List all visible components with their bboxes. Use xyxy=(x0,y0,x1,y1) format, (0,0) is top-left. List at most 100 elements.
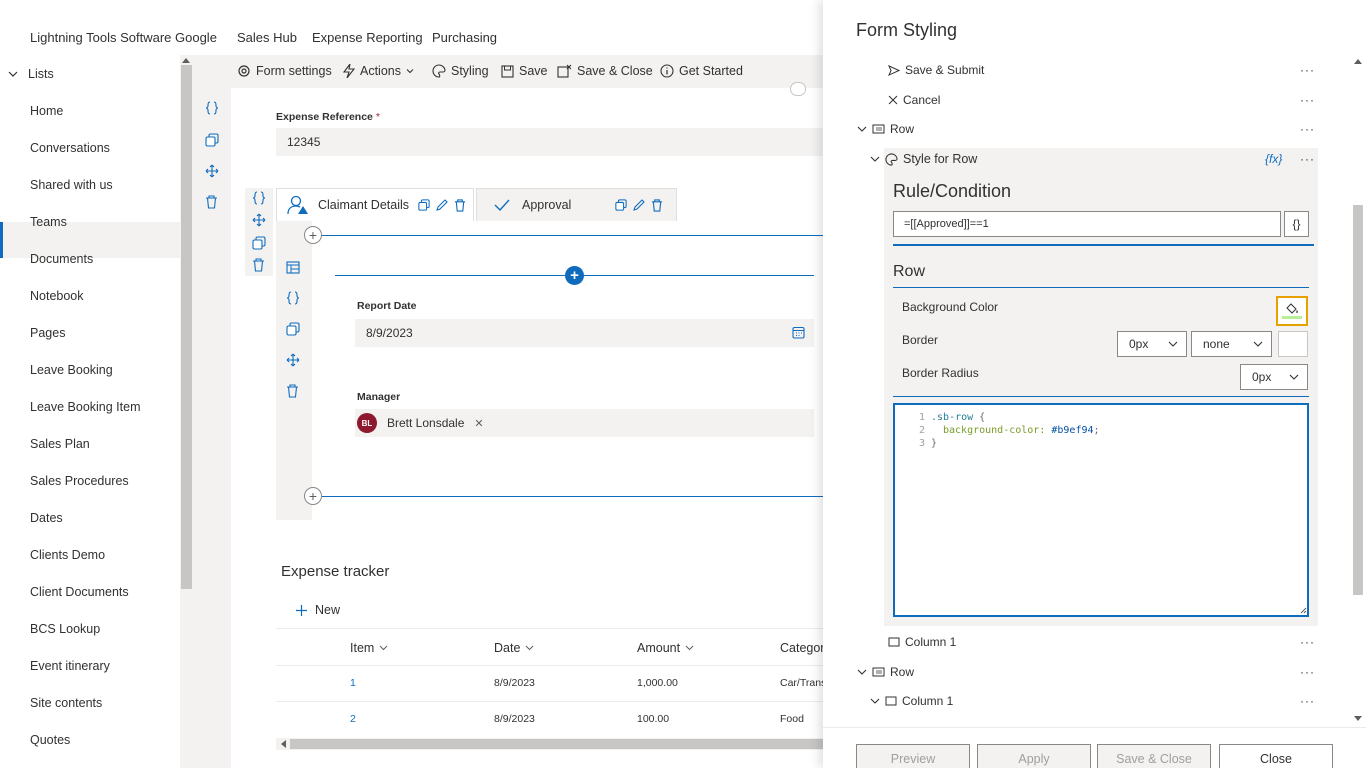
calendar-icon[interactable] xyxy=(792,326,805,339)
close-button[interactable]: Close xyxy=(1219,744,1333,768)
table-layout-icon[interactable] xyxy=(286,261,300,274)
sidebar-item-teams[interactable]: Teams xyxy=(30,215,67,229)
tree-item-row[interactable]: Row xyxy=(857,665,914,679)
scroll-down-icon[interactable] xyxy=(1354,716,1362,722)
more-options-icon[interactable]: ··· xyxy=(1300,152,1315,166)
nav-purchasing[interactable]: Purchasing xyxy=(432,30,497,45)
new-item-button[interactable]: New xyxy=(296,603,340,617)
copy-icon[interactable] xyxy=(252,236,266,250)
background-color-picker[interactable] xyxy=(1276,296,1308,326)
tab-approval[interactable]: Approval xyxy=(476,188,677,221)
copy-icon[interactable] xyxy=(615,199,628,211)
sidebar-item-home[interactable]: Home xyxy=(30,104,63,118)
more-options-icon[interactable]: ··· xyxy=(1300,665,1315,679)
sidebar-item-bcs-lookup[interactable]: BCS Lookup xyxy=(30,622,100,636)
form-settings-button[interactable]: Form settings xyxy=(237,64,332,78)
table-scrollbar-thumb[interactable] xyxy=(290,739,823,749)
expense-reference-input[interactable]: 12345 xyxy=(276,128,823,156)
resize-handle-icon[interactable] xyxy=(1300,607,1307,614)
sidebar-item-shared-with-us[interactable]: Shared with us xyxy=(30,178,113,192)
sidebar-item-sales-procedures[interactable]: Sales Procedures xyxy=(30,474,129,488)
sidebar-item-leave-booking[interactable]: Leave Booking xyxy=(30,363,113,377)
sidebar-item-quotes[interactable]: Quotes xyxy=(30,733,70,747)
sidebar-item-leave-booking-item[interactable]: Leave Booking Item xyxy=(30,400,141,414)
code-braces-icon[interactable] xyxy=(205,101,219,115)
table-cell-item[interactable]: 1 xyxy=(350,677,356,689)
save-close-panel-button[interactable]: Save & Close xyxy=(1097,744,1211,768)
sidebar-item-site-contents[interactable]: Site contents xyxy=(30,696,102,710)
info-bubble-icon[interactable] xyxy=(790,82,806,96)
tree-item-column[interactable]: Column 1 xyxy=(888,635,956,649)
nav-google[interactable]: Google xyxy=(175,30,217,45)
column-header-category[interactable]: Categor xyxy=(780,641,823,655)
code-braces-icon[interactable] xyxy=(286,291,300,305)
table-cell-item[interactable]: 2 xyxy=(350,713,356,725)
add-section-button[interactable]: + xyxy=(565,266,584,285)
more-options-icon[interactable]: ··· xyxy=(1300,694,1315,708)
tree-item-style-for-row[interactable]: Style for Row xyxy=(870,152,977,166)
move-icon[interactable] xyxy=(252,213,266,227)
column-header-item[interactable]: Item xyxy=(350,641,388,655)
tree-item-row[interactable]: Row xyxy=(857,122,914,136)
sidebar-item-pages[interactable]: Pages xyxy=(30,326,65,340)
panel-scrollbar-thumb[interactable] xyxy=(1353,205,1363,595)
delete-icon[interactable] xyxy=(205,195,218,209)
move-icon[interactable] xyxy=(205,164,219,178)
tree-item-save-submit[interactable]: Save & Submit xyxy=(888,63,984,77)
sidebar-header-lists[interactable]: Lists xyxy=(8,67,54,81)
save-button[interactable]: Save xyxy=(501,64,548,78)
sidebar-item-client-documents[interactable]: Client Documents xyxy=(30,585,129,599)
scroll-up-icon[interactable] xyxy=(1354,58,1362,64)
column-header-date[interactable]: Date xyxy=(494,641,534,655)
more-options-icon[interactable]: ··· xyxy=(1300,635,1315,649)
copy-icon[interactable] xyxy=(286,322,300,336)
actions-button[interactable]: Actions xyxy=(343,64,414,78)
rule-expression-button[interactable]: {} xyxy=(1284,211,1309,237)
code-braces-icon[interactable] xyxy=(252,191,266,205)
add-row-top-button[interactable]: + xyxy=(304,226,322,244)
sidebar-item-notebook[interactable]: Notebook xyxy=(30,289,84,303)
scroll-left-icon[interactable] xyxy=(280,740,286,748)
tree-item-column[interactable]: Column 1 xyxy=(870,694,953,708)
delete-icon[interactable] xyxy=(454,198,466,212)
delete-icon[interactable] xyxy=(252,258,265,272)
border-width-dropdown[interactable]: 0px xyxy=(1117,331,1187,357)
styling-button[interactable]: Styling xyxy=(432,64,489,78)
delete-icon[interactable] xyxy=(286,384,299,398)
column-header-amount[interactable]: Amount xyxy=(637,641,694,655)
get-started-button[interactable]: Get Started xyxy=(660,64,743,78)
edit-icon[interactable] xyxy=(436,199,448,211)
edit-icon[interactable] xyxy=(633,199,646,211)
more-options-icon[interactable]: ··· xyxy=(1300,63,1315,77)
copy-icon[interactable] xyxy=(418,199,430,211)
move-icon[interactable] xyxy=(286,353,300,367)
sidebar-item-documents[interactable]: Documents xyxy=(30,252,93,266)
sidebar-item-conversations[interactable]: Conversations xyxy=(30,141,110,155)
report-date-input[interactable]: 8/9/2023 xyxy=(355,319,814,347)
apply-button[interactable]: Apply xyxy=(977,744,1091,768)
border-radius-dropdown[interactable]: 0px xyxy=(1240,364,1308,390)
rule-condition-input[interactable]: =[[Approved]]==1 xyxy=(893,211,1281,237)
delete-icon[interactable] xyxy=(651,198,663,212)
add-row-bottom-button[interactable]: + xyxy=(304,487,322,505)
nav-expense-reporting[interactable]: Expense Reporting xyxy=(312,30,423,45)
more-options-icon[interactable]: ··· xyxy=(1300,122,1315,136)
save-close-button[interactable]: Save & Close xyxy=(557,64,653,78)
border-color-picker[interactable] xyxy=(1278,331,1308,357)
sidebar-item-clients-demo[interactable]: Clients Demo xyxy=(30,548,105,562)
more-options-icon[interactable]: ··· xyxy=(1300,93,1315,107)
sidebar-scrollbar-thumb[interactable] xyxy=(181,65,192,589)
copy-icon[interactable] xyxy=(205,133,219,147)
remove-person-icon[interactable]: ✕ xyxy=(474,417,483,430)
sidebar-item-sales-plan[interactable]: Sales Plan xyxy=(30,437,90,451)
preview-button[interactable]: Preview xyxy=(856,744,970,768)
function-icon[interactable]: {fx} xyxy=(1265,152,1282,166)
nav-sales-hub[interactable]: Sales Hub xyxy=(237,30,297,45)
border-style-dropdown[interactable]: none xyxy=(1191,331,1272,357)
tab-claimant-details[interactable]: Claimant Details xyxy=(276,188,474,221)
css-code-editor[interactable]: 1 .sb-row { 2 background-color: #b9ef94 … xyxy=(893,403,1309,617)
nav-lightning-tools[interactable]: Lightning Tools Software xyxy=(30,30,171,45)
tree-item-cancel[interactable]: Cancel xyxy=(888,93,940,107)
sidebar-item-dates[interactable]: Dates xyxy=(30,511,63,525)
scroll-up-icon[interactable] xyxy=(182,57,190,63)
